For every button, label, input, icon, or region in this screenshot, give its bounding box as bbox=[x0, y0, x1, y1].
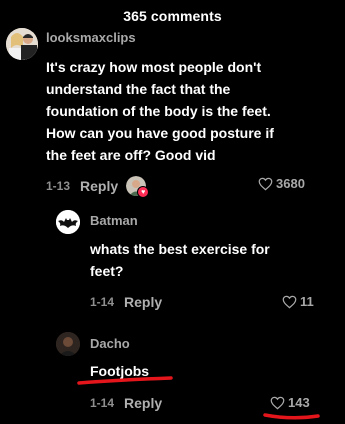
batman-logo-icon bbox=[56, 210, 80, 234]
reply-button[interactable]: Reply bbox=[80, 178, 118, 194]
comment-text: It's crazy how most people don't underst… bbox=[46, 59, 274, 163]
red-underline-annotation bbox=[77, 376, 173, 385]
comment-text: whats the best exercise for feet? bbox=[90, 241, 270, 279]
comment-username[interactable]: Dacho bbox=[90, 336, 130, 351]
comment-meta: 1-13 Reply ♥ bbox=[46, 176, 150, 198]
like-count: 3680 bbox=[276, 176, 305, 191]
avatar[interactable] bbox=[6, 28, 38, 60]
comment-date: 1-14 bbox=[90, 295, 115, 309]
comment-username[interactable]: looksmaxclips bbox=[46, 30, 136, 45]
comment-meta: 1-14 Reply bbox=[90, 294, 162, 310]
avatar[interactable] bbox=[56, 332, 80, 356]
avatar[interactable] bbox=[56, 210, 80, 234]
profile-photo-icon bbox=[56, 332, 80, 356]
like-button[interactable]: 143 bbox=[270, 395, 310, 410]
comments-count-title: 365 comments bbox=[123, 8, 222, 24]
liked-heart-icon: ♥ bbox=[137, 186, 150, 198]
like-count: 11 bbox=[300, 294, 314, 309]
heart-outline-icon bbox=[258, 177, 273, 190]
reply-button[interactable]: Reply bbox=[124, 395, 162, 411]
profile-photo-icon bbox=[6, 28, 38, 60]
like-button[interactable]: 11 bbox=[282, 294, 314, 309]
reply-button[interactable]: Reply bbox=[124, 294, 162, 310]
like-count: 143 bbox=[288, 395, 310, 410]
comment-username[interactable]: Batman bbox=[90, 213, 138, 228]
comment-date: 1-13 bbox=[46, 179, 71, 193]
heart-outline-icon bbox=[282, 295, 297, 308]
heart-outline-icon bbox=[270, 396, 285, 409]
like-button[interactable]: 3680 bbox=[258, 176, 305, 191]
red-underline-annotation bbox=[263, 413, 320, 420]
creator-liked-avatar-icon: ♥ bbox=[126, 176, 150, 198]
comment-date: 1-14 bbox=[90, 396, 115, 410]
comment-meta: 1-14 Reply bbox=[90, 395, 162, 411]
